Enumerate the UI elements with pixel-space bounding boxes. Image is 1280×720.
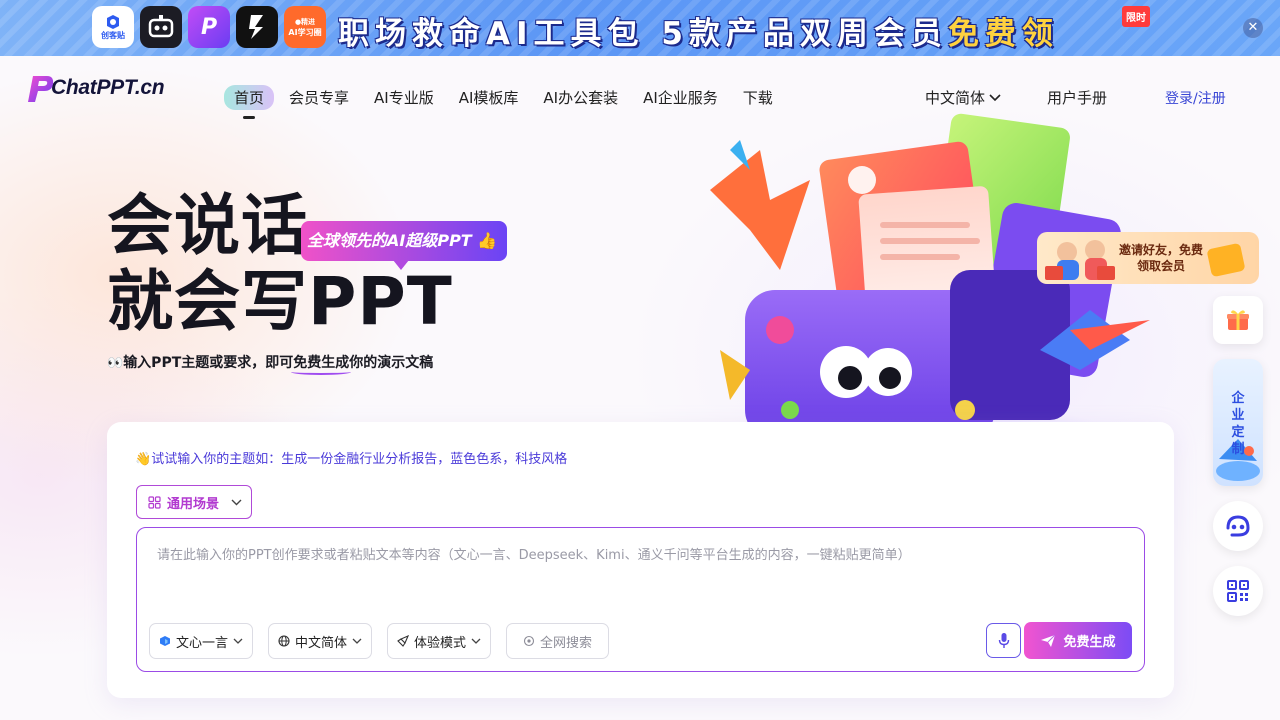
prompt-placeholder: 请在此输入你的PPT创作要求或者粘贴文本等内容（文心一言、Deepseek、Ki… [157,548,911,563]
user-manual-link[interactable]: 用户手册 [1047,87,1107,108]
qr-code-icon [1227,580,1249,602]
thumbs-up-icon: 👍 [477,231,498,250]
nav-item-home[interactable]: 首页 [224,85,275,119]
gift-icon [1227,310,1249,330]
promo-headline: 职场救命AI工具包 5款产品双周会员免费领 [338,16,1059,52]
rocket-icon [397,635,409,647]
send-icon [1041,634,1056,647]
microphone-icon [998,633,1009,648]
hero-title-line-2: 就会写PPT [107,263,453,340]
nav-item-ai-pro[interactable]: AI专业版 [364,85,444,110]
voice-input-button[interactable] [986,623,1021,658]
nav-item-enterprise[interactable]: AI企业服务 [633,85,728,110]
mode-select[interactable]: 体验模式 [387,623,492,659]
scene-label: 通用场景 [167,496,220,512]
hero-badge: 全球领先的AI超级PPT 👍 [301,221,508,270]
robot-app-icon [140,6,182,48]
grid-icon [148,495,161,509]
chuangketie-app-icon: 创客贴 [92,6,134,48]
customer-service-icon [1226,515,1250,537]
qr-code-button[interactable] [1213,566,1263,616]
language-tool-select[interactable]: 中文简体 [268,623,373,659]
limited-badge: 限时 [1122,6,1150,27]
close-icon[interactable]: ✕ [1243,18,1263,38]
model-select[interactable]: 文心一言 [149,623,254,659]
logo-text: ChatPPT.cn [51,76,165,99]
wave-hand-icon: 👋 [135,452,152,467]
globe-icon [278,635,290,647]
login-link[interactable]: 登录/注册 [1165,88,1226,108]
ai-study-app-icon: ●精进 AI学习圈 [284,6,326,48]
language-label: 中文简体 [925,89,986,107]
chevron-down-icon [231,499,242,505]
logo[interactable]: ChatPPT.cn [27,74,165,102]
customer-service-button[interactable] [1213,501,1263,551]
enterprise-label: 企业定制 [1231,391,1245,457]
eyes-icon: 👀 [107,356,124,371]
chevron-down-icon [989,93,1001,101]
promo-app-icons: 创客贴 P ●精进 AI学习圈 [92,6,326,48]
example-hint[interactable]: 👋试试输入你的主题如：生成一份金融行业分析报告，蓝色色系，科技风格 [135,448,567,467]
chevron-down-icon [352,638,362,644]
chevron-down-icon [233,638,243,644]
nav-item-download[interactable]: 下载 [733,85,783,110]
nav-item-members[interactable]: 会员专享 [279,85,359,110]
nav-item-office-suite[interactable]: AI办公套装 [533,85,628,110]
invite-text: 邀请好友，免费领取会员 [1118,243,1203,273]
nav-menu: 首页 会员专享 AI专业版 AI模板库 AI办公套装 AI企业服务 下载 [224,85,788,119]
nav-item-templates[interactable]: AI模板库 [449,85,529,110]
web-search-toggle[interactable]: 全网搜索 [506,623,610,659]
scene-select-button[interactable]: 通用场景 [136,485,252,519]
generate-button[interactable]: 免费生成 [1024,622,1132,659]
gift-button[interactable] [1213,296,1263,344]
slash-app-icon [236,6,278,48]
web-search-icon [523,635,535,647]
chevron-down-icon [471,638,481,644]
language-select[interactable]: 中文简体 [925,87,1001,108]
wenxin-model-icon [160,636,170,646]
hero-subtitle: 👀输入PPT主题或要求，即可免费生成你的演示文稿 [107,355,434,371]
promo-banner[interactable]: 创客贴 P ●精进 AI学习圈 职场救命AI工具包 5款产品双周会员免费领 限时… [0,0,1280,56]
logo-mark-icon [27,74,54,102]
p-app-icon: P [188,6,230,48]
